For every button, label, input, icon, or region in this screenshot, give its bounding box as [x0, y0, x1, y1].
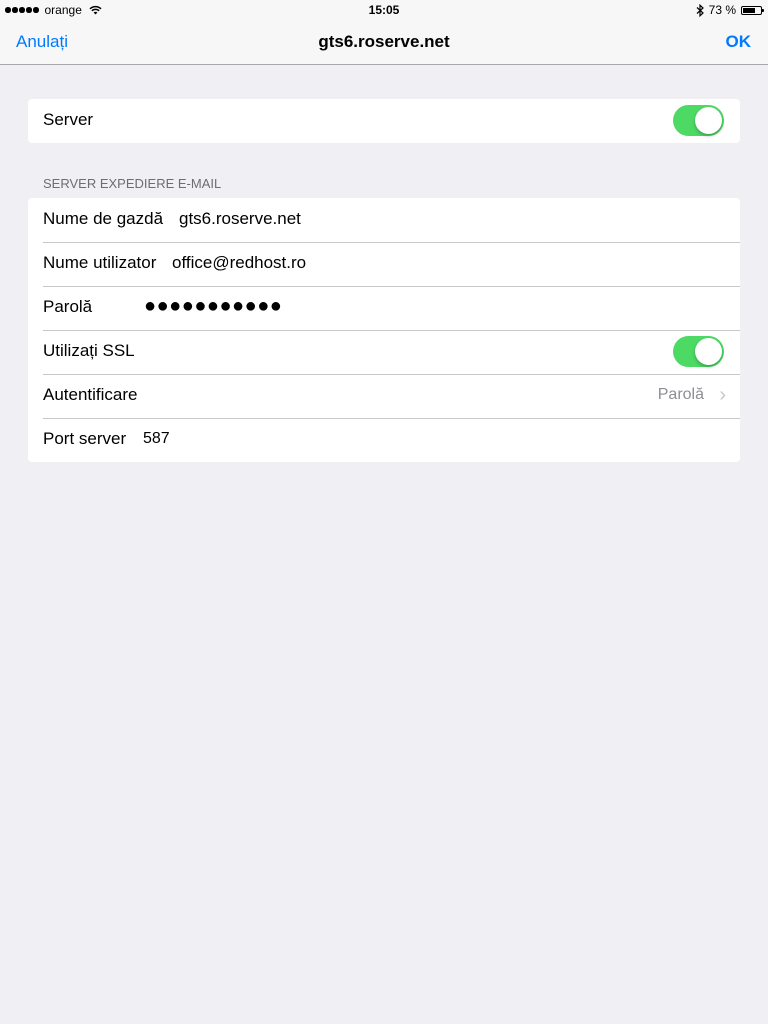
port-field[interactable]: 587 [143, 430, 170, 448]
ok-button[interactable]: OK [726, 32, 752, 52]
authentication-row[interactable]: Autentificare Parolă › [28, 374, 740, 418]
bluetooth-icon [696, 3, 704, 17]
authentication-value: Parolă [657, 386, 704, 403]
server-toggle[interactable] [673, 105, 724, 136]
chevron-right-icon: › [719, 384, 726, 406]
toggle-knob [695, 338, 722, 365]
ssl-toggle[interactable] [673, 336, 724, 367]
hostname-label: Nume de gazdă [43, 209, 164, 228]
server-label: Server [43, 110, 94, 129]
username-field[interactable]: office@redhost.ro [172, 253, 306, 273]
server-row: Server [28, 99, 740, 143]
battery-icon [741, 5, 764, 15]
password-row[interactable]: Parolă ●●●●●●●●●●● [28, 286, 740, 330]
password-label: Parolă [43, 297, 93, 316]
status-right: 73 % [696, 3, 764, 17]
battery-percentage: 73 % [708, 3, 736, 17]
authentication-label: Autentificare [43, 385, 138, 404]
password-field[interactable]: ●●●●●●●●●●● [144, 295, 282, 318]
toggle-knob [695, 107, 722, 134]
port-row[interactable]: Port server 587 [28, 418, 740, 462]
status-bar: orange 15:05 73 % [0, 0, 768, 20]
ssl-row: Utilizați SSL [28, 330, 740, 374]
hostname-field[interactable]: gts6.roserve.net [179, 209, 301, 229]
server-group: Server [28, 99, 740, 143]
username-label: Nume utilizator [43, 253, 157, 272]
page-title: gts6.roserve.net [318, 32, 450, 51]
smtp-settings-group: Nume de gazdă gts6.roserve.net Nume util… [28, 198, 740, 462]
ssl-label: Utilizați SSL [43, 341, 135, 360]
status-time: 15:05 [368, 3, 400, 17]
section-header: SERVER EXPEDIERE E-MAIL [43, 176, 222, 191]
username-row[interactable]: Nume utilizator office@redhost.ro [28, 242, 740, 286]
navigation-bar: Anulați gts6.roserve.net OK [0, 20, 768, 65]
port-label: Port server [43, 429, 127, 448]
hostname-row[interactable]: Nume de gazdă gts6.roserve.net [28, 198, 740, 242]
